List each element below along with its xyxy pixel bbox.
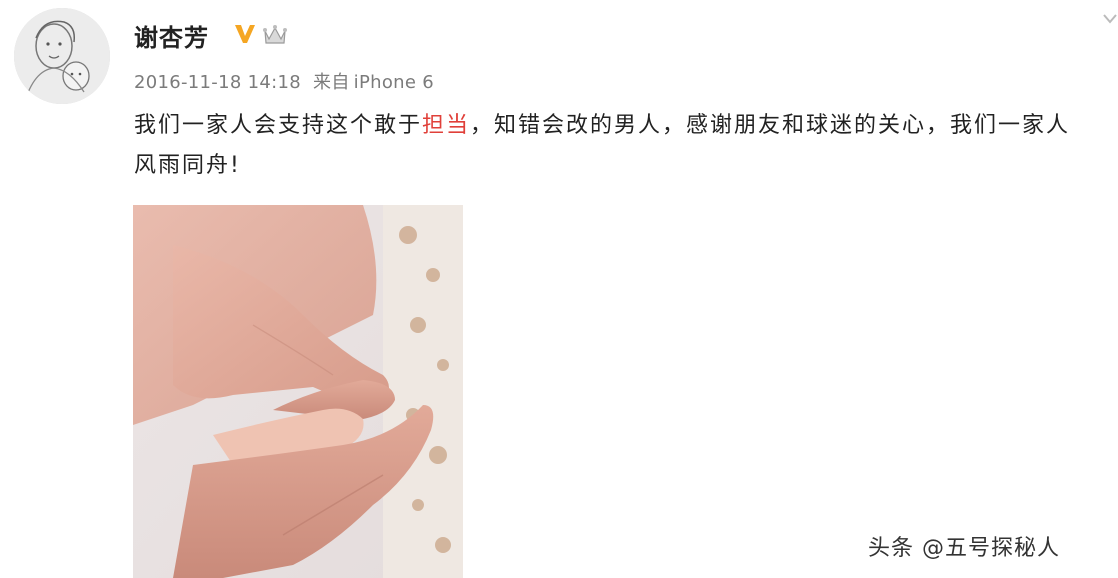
post-source-prefix: 来自 (313, 72, 350, 93)
post-text-before: 我们一家人会支持这个敢于 (134, 113, 423, 138)
post-meta: 2016-11-18 14:18 来自 iPhone 6 (134, 68, 434, 94)
avatar-sketch-image (14, 8, 110, 104)
crown-member-icon[interactable] (262, 22, 288, 46)
post-text-highlight[interactable]: 担当 (422, 113, 470, 138)
watermark-text: 头条 @五号探秘人 (868, 536, 1060, 561)
post-source-device: iPhone 6 (353, 72, 434, 93)
author-name[interactable]: 谢杏芳 (134, 18, 209, 53)
hands-photo-image (133, 205, 463, 578)
post-image[interactable] (133, 205, 463, 578)
avatar[interactable] (14, 8, 110, 104)
chevron-down-icon[interactable] (1102, 10, 1118, 28)
post-text: 我们一家人会支持这个敢于担当，知错会改的男人，感谢朋友和球迷的关心，我们一家人风… (134, 106, 1094, 186)
post-timestamp[interactable]: 2016-11-18 14:18 (134, 72, 301, 93)
verified-v-icon (235, 25, 255, 43)
